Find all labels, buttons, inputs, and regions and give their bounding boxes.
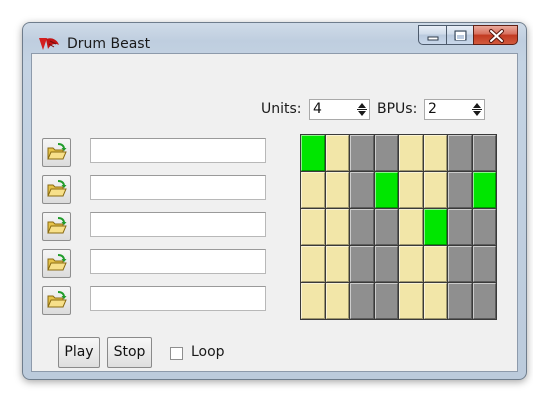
- beat-cell-r1-c4[interactable]: [374, 135, 398, 171]
- loop-checkbox[interactable]: [170, 347, 183, 360]
- beat-cell-r2-c3[interactable]: [350, 172, 374, 208]
- beat-grid: [300, 134, 497, 320]
- tk-feather-icon: [39, 38, 59, 50]
- beat-cell-r3-c7[interactable]: [448, 209, 472, 245]
- beat-cell-r5-c6[interactable]: [423, 283, 447, 319]
- units-value: 4: [313, 101, 322, 117]
- beat-cell-r4-c1[interactable]: [301, 246, 325, 282]
- caption-buttons: [418, 25, 518, 45]
- file-entry-2[interactable]: [90, 175, 266, 200]
- file-entry-3[interactable]: [90, 212, 266, 237]
- beat-cell-r2-c5[interactable]: [399, 172, 423, 208]
- beat-cell-r3-c1[interactable]: [301, 209, 325, 245]
- spin-arrows-icon: [357, 103, 367, 116]
- beat-cell-r2-c6[interactable]: [423, 172, 447, 208]
- open-file-button-5[interactable]: [42, 286, 71, 315]
- beat-cell-r1-c1[interactable]: [301, 135, 325, 171]
- maximize-button[interactable]: [446, 25, 473, 45]
- desktop: Drum Beast Units: 4 BPUs: 2 Play Stop Lo…: [0, 0, 533, 395]
- bpus-spinbox[interactable]: 2: [424, 99, 485, 120]
- close-button[interactable]: [473, 25, 518, 45]
- beat-cell-r4-c8[interactable]: [472, 246, 496, 282]
- beat-cell-r4-c3[interactable]: [350, 246, 374, 282]
- units-spinbox[interactable]: 4: [309, 99, 370, 120]
- close-icon: [489, 29, 504, 43]
- beat-cell-r4-c7[interactable]: [448, 246, 472, 282]
- units-label: Units:: [261, 101, 302, 117]
- beat-cell-r4-c2[interactable]: [325, 246, 349, 282]
- folder-open-icon: [47, 254, 67, 271]
- beat-cell-r3-c5[interactable]: [399, 209, 423, 245]
- stop-button[interactable]: Stop: [107, 337, 152, 368]
- minimize-button[interactable]: [418, 25, 446, 45]
- beat-cell-r3-c4[interactable]: [374, 209, 398, 245]
- window-title: Drum Beast: [67, 36, 151, 52]
- beat-cell-r3-c3[interactable]: [350, 209, 374, 245]
- file-entry-5[interactable]: [90, 286, 266, 311]
- beat-cell-r2-c2[interactable]: [325, 172, 349, 208]
- beat-cell-r5-c1[interactable]: [301, 283, 325, 319]
- folder-open-icon: [47, 180, 67, 197]
- spin-arrows-icon: [472, 103, 482, 116]
- folder-open-icon: [47, 217, 67, 234]
- beat-cell-r2-c4[interactable]: [374, 172, 398, 208]
- beat-cell-r1-c2[interactable]: [325, 135, 349, 171]
- beat-cell-r5-c8[interactable]: [472, 283, 496, 319]
- play-button[interactable]: Play: [58, 337, 100, 368]
- beat-cell-r5-c3[interactable]: [350, 283, 374, 319]
- units-spin-arrows[interactable]: [356, 101, 368, 118]
- beat-cell-r1-c8[interactable]: [472, 135, 496, 171]
- open-file-button-1[interactable]: [42, 138, 71, 167]
- beat-cell-r1-c7[interactable]: [448, 135, 472, 171]
- beat-cell-r5-c5[interactable]: [399, 283, 423, 319]
- maximize-icon: [454, 30, 467, 41]
- bpus-value: 2: [428, 101, 437, 117]
- beat-cell-r4-c6[interactable]: [423, 246, 447, 282]
- beat-cell-r4-c5[interactable]: [399, 246, 423, 282]
- beat-cell-r3-c2[interactable]: [325, 209, 349, 245]
- beat-cell-r5-c7[interactable]: [448, 283, 472, 319]
- bpus-spin-arrows[interactable]: [471, 101, 483, 118]
- open-file-button-2[interactable]: [42, 175, 71, 204]
- beat-cell-r1-c3[interactable]: [350, 135, 374, 171]
- beat-cell-r4-c4[interactable]: [374, 246, 398, 282]
- client-area: Units: 4 BPUs: 2 Play Stop Loop: [31, 53, 518, 372]
- beat-cell-r5-c2[interactable]: [325, 283, 349, 319]
- minimize-icon: [427, 36, 439, 41]
- beat-cell-r3-c8[interactable]: [472, 209, 496, 245]
- beat-cell-r3-c6[interactable]: [423, 209, 447, 245]
- beat-cell-r5-c4[interactable]: [374, 283, 398, 319]
- beat-cell-r1-c6[interactable]: [423, 135, 447, 171]
- beat-cell-r2-c1[interactable]: [301, 172, 325, 208]
- folder-open-icon: [47, 143, 67, 160]
- beat-cell-r1-c5[interactable]: [399, 135, 423, 171]
- beat-cell-r2-c7[interactable]: [448, 172, 472, 208]
- open-file-button-4[interactable]: [42, 249, 71, 278]
- open-file-button-3[interactable]: [42, 212, 71, 241]
- beat-cell-r2-c8[interactable]: [472, 172, 496, 208]
- folder-open-icon: [47, 291, 67, 308]
- loop-label: Loop: [191, 344, 225, 360]
- file-entry-1[interactable]: [90, 138, 266, 163]
- app-window: Drum Beast Units: 4 BPUs: 2 Play Stop Lo…: [22, 22, 527, 380]
- bpus-label: BPUs:: [377, 101, 418, 117]
- file-entry-4[interactable]: [90, 249, 266, 274]
